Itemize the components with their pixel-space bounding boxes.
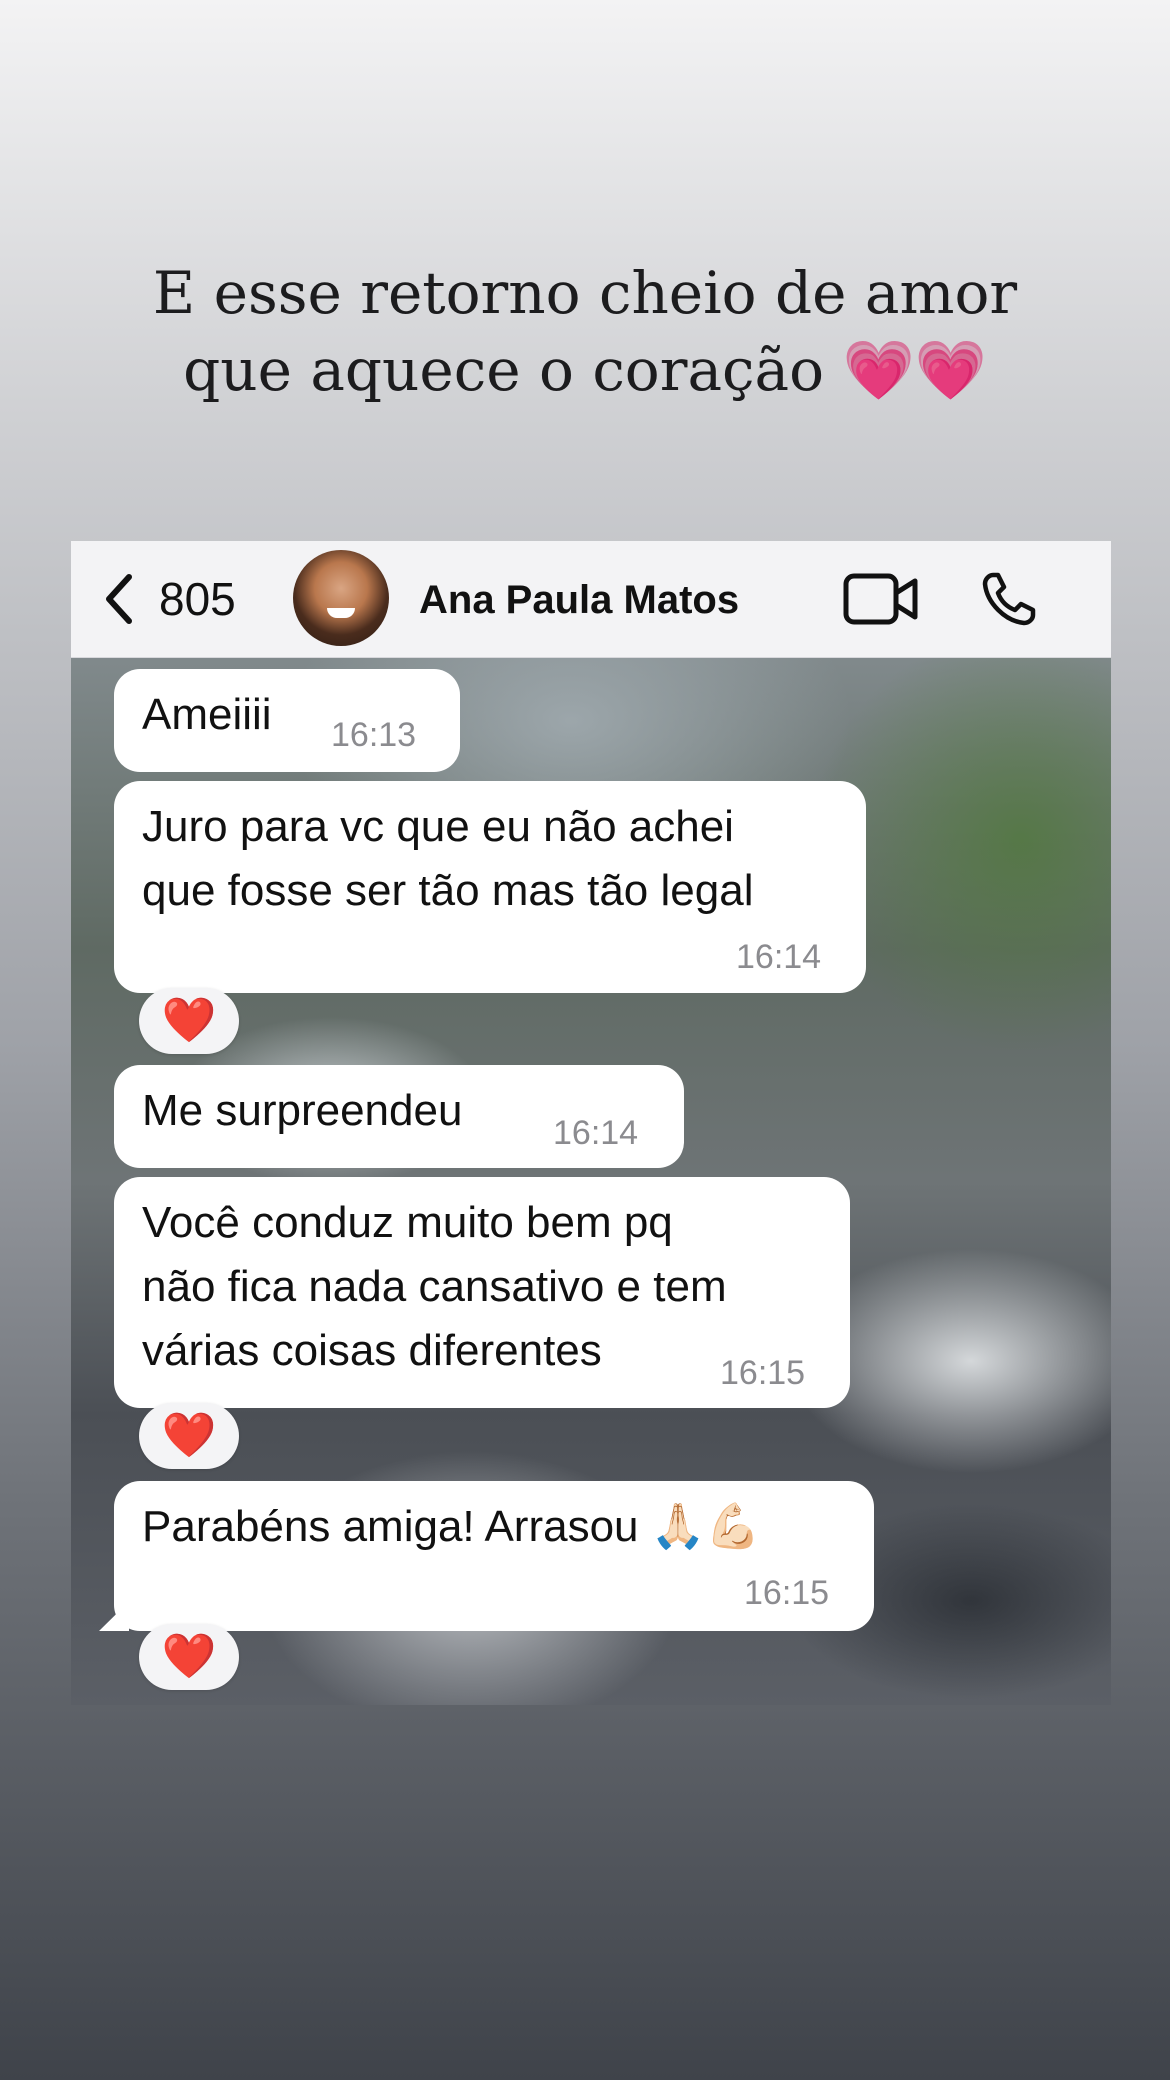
message-bubble[interactable]: Ameiiii 16:13: [114, 669, 460, 772]
caption-line-2-text: que aquece o coração: [183, 336, 843, 404]
message-text: Ameiiii: [142, 690, 272, 739]
message-bubble[interactable]: Parabéns amiga! Arrasou 🙏🏻💪🏻 16:15: [114, 1481, 874, 1631]
message-time: 16:15: [720, 1354, 806, 1392]
message-time: 16:13: [331, 716, 417, 754]
message-text: Juro para vc que eu não achei que fosse …: [142, 795, 753, 923]
video-camera-icon: [843, 573, 918, 625]
heart-reaction[interactable]: ❤️: [139, 988, 239, 1054]
chat-header: 805 Ana Paula Matos: [71, 541, 1111, 658]
contact-name[interactable]: Ana Paula Matos: [419, 575, 739, 625]
caption-line-2: que aquece o coração 💗💗: [0, 332, 1170, 409]
message-line: várias coisas diferentes: [142, 1326, 602, 1375]
heart-reaction[interactable]: ❤️: [139, 1403, 239, 1469]
chevron-left-icon: [106, 574, 132, 624]
heart-reaction[interactable]: ❤️: [139, 1624, 239, 1690]
message-bubble[interactable]: Juro para vc que eu não achei que fosse …: [114, 781, 866, 993]
message-text: Parabéns amiga! Arrasou 🙏🏻💪🏻: [142, 1502, 761, 1551]
voice-call-button[interactable]: [979, 569, 1039, 629]
message-time: 16:15: [744, 1574, 830, 1612]
message-line: não fica nada cansativo e tem: [142, 1262, 727, 1311]
message-line: que fosse ser tão mas tão legal: [142, 866, 754, 915]
video-call-button[interactable]: [843, 571, 919, 627]
message-bubble[interactable]: Você conduz muito bem pq não fica nada c…: [114, 1177, 850, 1408]
phone-icon: [982, 572, 1036, 626]
message-bubble[interactable]: Me surpreendeu 16:14: [114, 1065, 684, 1168]
back-button[interactable]: [93, 569, 153, 629]
message-text: Me surpreendeu: [142, 1086, 463, 1135]
message-line: Juro para vc que eu não achei: [142, 802, 734, 851]
message-text: Você conduz muito bem pq não fica nada c…: [142, 1191, 727, 1383]
chat-screenshot: 805 Ana Paula Matos Ameiiii 16:13 Juro p…: [71, 541, 1111, 1705]
message-time: 16:14: [736, 938, 822, 976]
avatar[interactable]: [293, 550, 389, 646]
message-line: Você conduz muito bem pq: [142, 1198, 673, 1247]
message-time: 16:14: [553, 1114, 639, 1152]
unread-count[interactable]: 805: [159, 571, 236, 627]
pink-hearts-emoji: 💗💗: [842, 336, 987, 404]
caption-line-1: E esse retorno cheio de amor: [152, 259, 1018, 327]
story-caption: E esse retorno cheio de amor que aquece …: [0, 255, 1170, 409]
